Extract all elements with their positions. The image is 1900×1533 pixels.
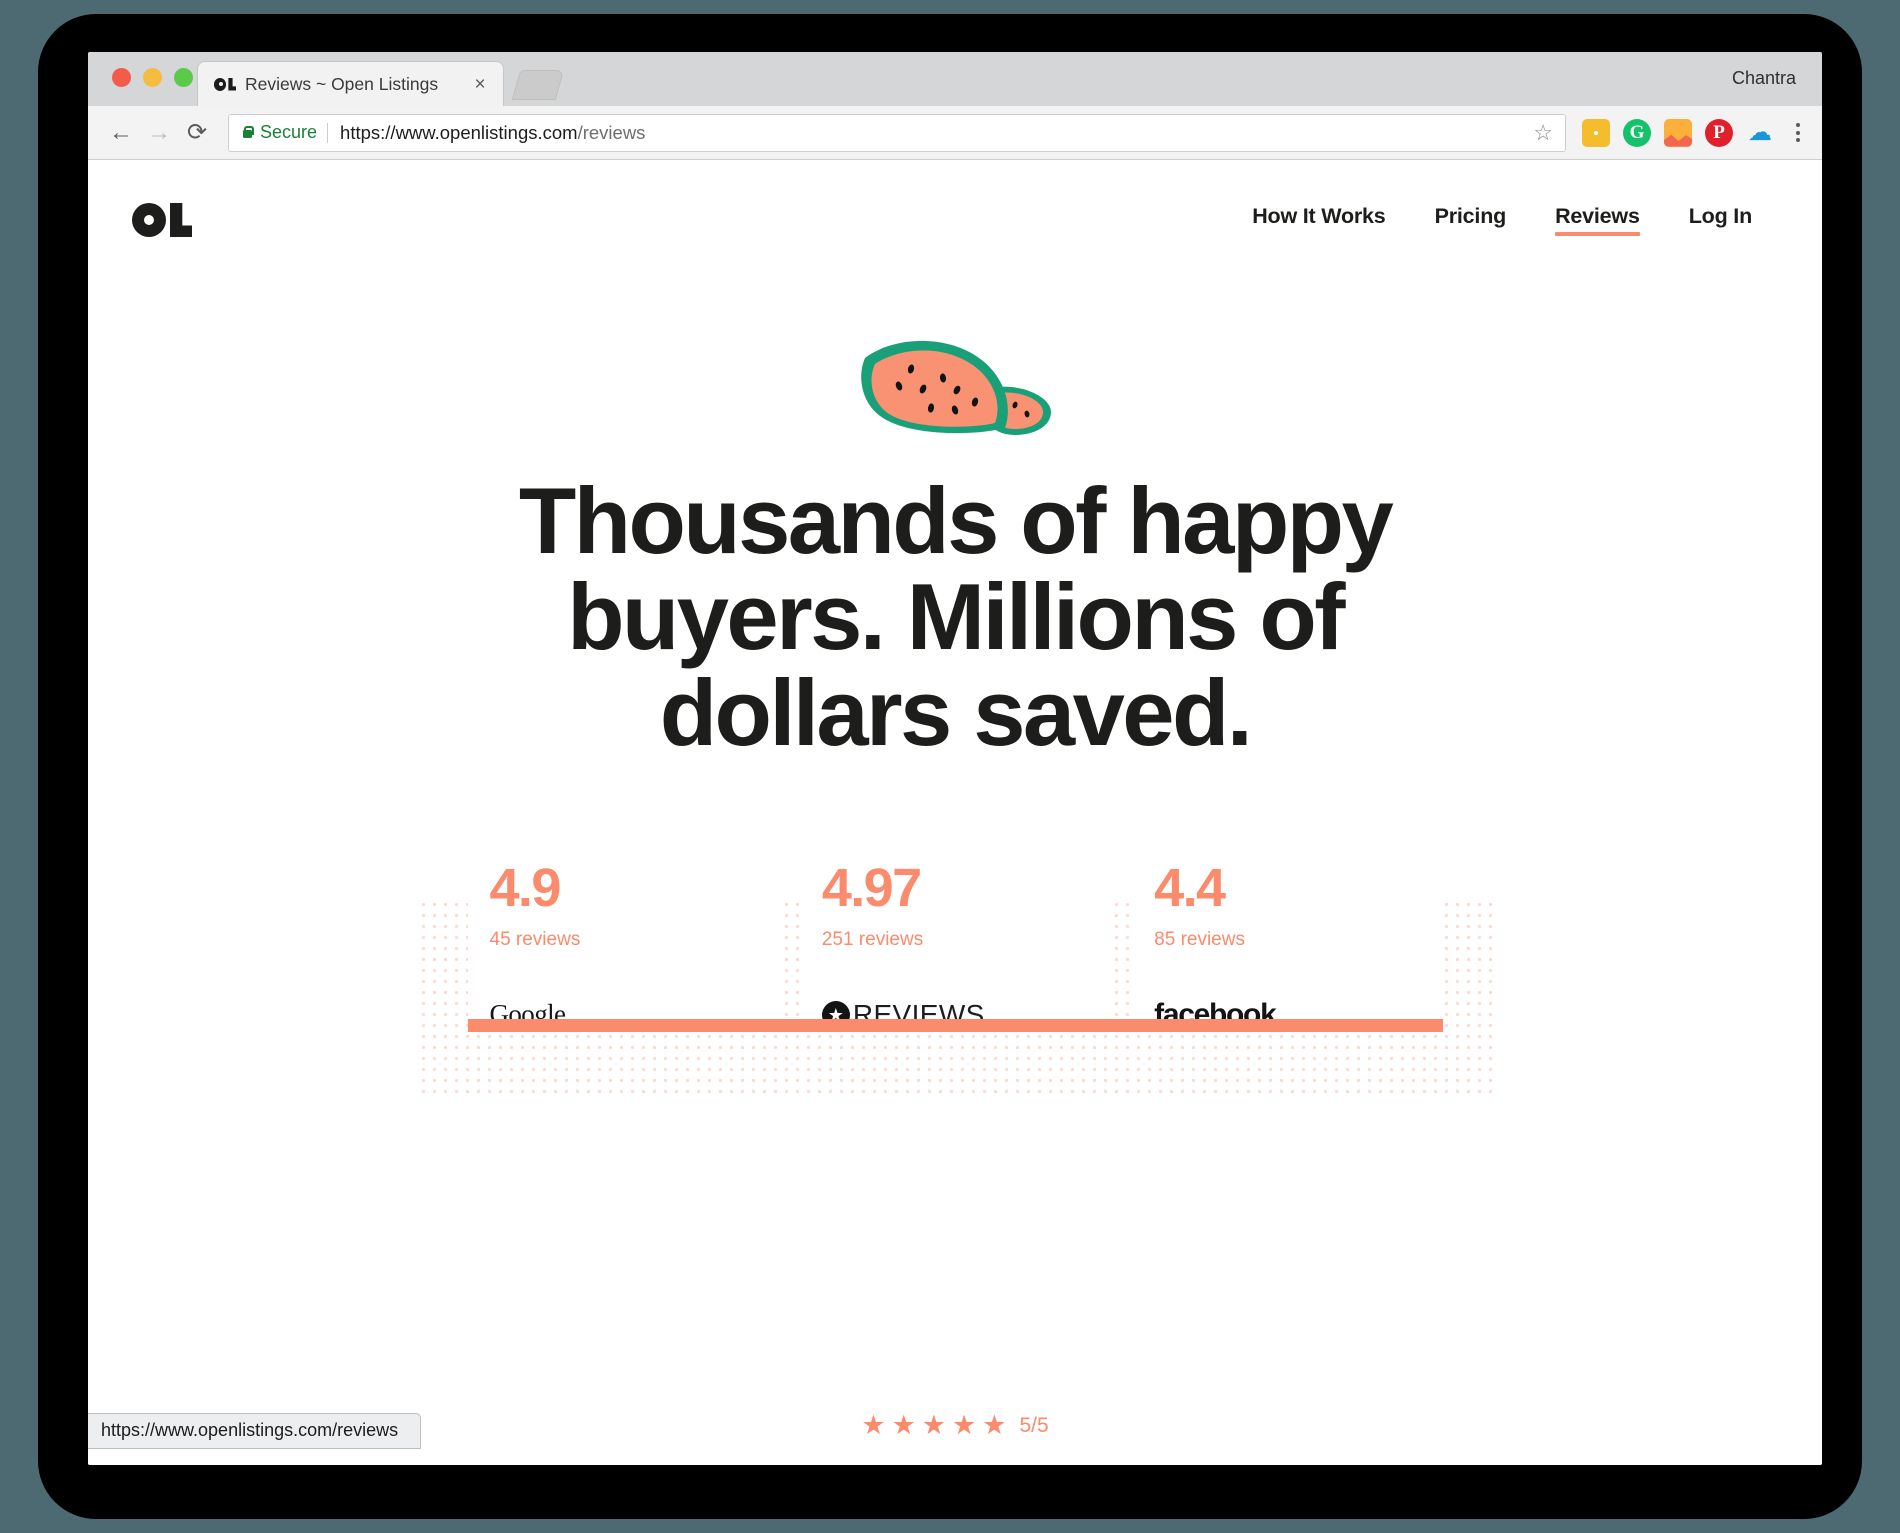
ratings-section: 4.9 45 reviews Google 4.97 251 reviews ★…: [417, 857, 1493, 1099]
nav-item-how-it-works[interactable]: How It Works: [1252, 204, 1386, 236]
maximize-window-button[interactable]: [174, 68, 193, 87]
star-icon: ★: [891, 1410, 916, 1440]
pinterest-extension-icon[interactable]: P: [1705, 118, 1733, 147]
star-icon: ★: [952, 1410, 977, 1440]
rating-card-google: 4.9 45 reviews Google: [467, 857, 778, 1029]
back-button[interactable]: ←: [102, 114, 140, 152]
minimize-window-button[interactable]: [143, 68, 162, 87]
nav-item-log-in[interactable]: Log In: [1689, 204, 1752, 236]
kebab-menu-icon[interactable]: [1788, 119, 1808, 146]
url-text: https://www.openlistings.com/reviews: [340, 122, 645, 144]
watermelon-slice-illustration: [861, 340, 1051, 435]
rating-count: 251 reviews: [821, 928, 924, 950]
forward-button[interactable]: →: [140, 114, 178, 152]
browser-tab[interactable]: Reviews ~ Open Listings ×: [198, 62, 503, 106]
dots-extension-icon[interactable]: [1582, 118, 1610, 147]
link-status-bar: https://www.openlistings.com/reviews: [88, 1413, 422, 1449]
chart-extension-icon[interactable]: [1664, 118, 1692, 147]
rating-card-facebook: 4.4 85 reviews facebook.: [1132, 857, 1443, 1031]
nav-item-pricing[interactable]: Pricing: [1435, 204, 1507, 236]
close-window-button[interactable]: [112, 68, 131, 87]
rating-score: 4.4: [1154, 857, 1226, 918]
omnibox-divider: [327, 122, 329, 143]
ol-favicon-icon: [214, 76, 236, 92]
star-rating-ratio: 5/5: [1019, 1413, 1049, 1437]
address-bar[interactable]: Secure https://www.openlistings.com/revi…: [228, 113, 1566, 152]
new-tab-button[interactable]: [511, 70, 565, 100]
secure-label: Secure: [260, 122, 318, 142]
rating-score: 4.9: [489, 857, 562, 918]
page-title: Thousands of happy buyers. Millions of d…: [518, 468, 1394, 765]
tab-title: Reviews ~ Open Listings: [245, 73, 439, 94]
site-logo[interactable]: [132, 203, 192, 237]
browser-toolbar: ← → ⟳ Secure https://www.openlistings.co…: [88, 106, 1822, 160]
rating-card-reviews: 4.97 251 reviews ★ REVIEWS: [799, 857, 1111, 1030]
logo-o-icon: [132, 203, 166, 237]
lock-icon: [241, 125, 254, 140]
url-path: /reviews: [577, 121, 646, 143]
logo-l-icon: [170, 203, 192, 237]
profile-name-label[interactable]: Chantra: [1732, 68, 1796, 89]
window-controls: [112, 68, 193, 87]
main-navigation: How It Works Pricing Reviews Log In: [1252, 204, 1752, 236]
url-host: https://www.openlistings.com: [340, 121, 578, 143]
site-header: How It Works Pricing Reviews Log In: [88, 160, 1822, 280]
star-rating-icons: ★ ★ ★ ★ ★: [861, 1412, 1006, 1439]
nav-item-reviews[interactable]: Reviews: [1555, 204, 1640, 236]
star-icon: ★: [921, 1410, 946, 1440]
rating-count: 45 reviews: [489, 928, 581, 950]
grammarly-extension-icon[interactable]: G: [1623, 118, 1651, 147]
hero-section: Thousands of happy buyers. Millions of d…: [88, 280, 1822, 761]
bookmark-star-icon[interactable]: ☆: [1533, 121, 1553, 144]
rating-score: 4.97: [821, 857, 922, 918]
close-tab-button[interactable]: ×: [469, 73, 491, 95]
browser-tab-strip: Reviews ~ Open Listings × Chantra: [88, 52, 1822, 106]
star-icon: ★: [861, 1410, 886, 1440]
browser-window: Reviews ~ Open Listings × Chantra ← → ⟳ …: [88, 52, 1822, 1465]
star-icon: ★: [982, 1410, 1007, 1440]
reload-button[interactable]: ⟳: [178, 114, 216, 152]
coral-divider-bar: [467, 1018, 1443, 1032]
salesforce-extension-icon[interactable]: ☁: [1746, 119, 1774, 147]
rating-cards: 4.9 45 reviews Google 4.97 251 reviews ★…: [467, 857, 1443, 1031]
rating-count: 85 reviews: [1154, 928, 1245, 950]
extension-toolbar: G P ☁: [1582, 118, 1774, 147]
page-viewport: How It Works Pricing Reviews Log In Thou…: [88, 160, 1822, 1465]
